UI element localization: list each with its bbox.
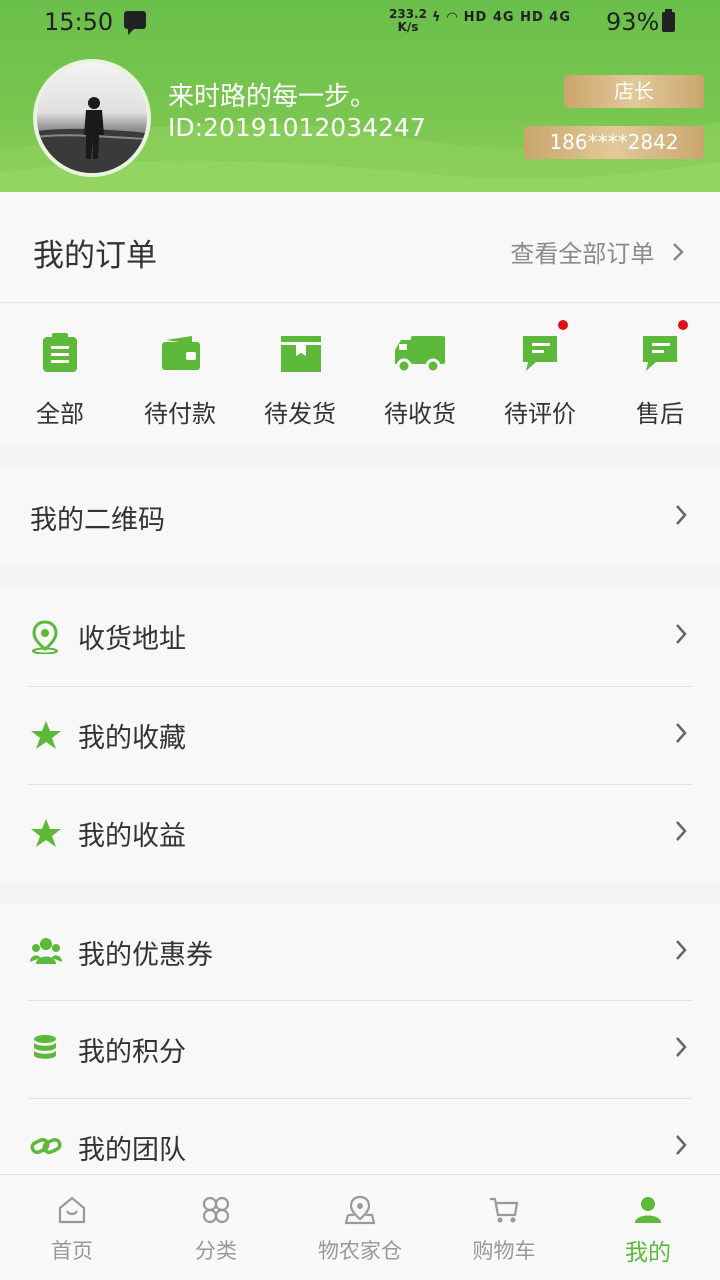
order-item-label: 待评价 [504,400,576,428]
menu-item-label: 收货地址 [78,624,186,655]
user-icon [635,1197,661,1223]
avatar-person-silhouette-icon [37,97,147,173]
tab-home[interactable]: 首页 [0,1175,144,1280]
chevron-right-icon [676,1037,687,1057]
app-root: 15:50 233.2 K/s ϟ ◠ HD 4G HD 4G 93% 来时路的… [0,0,720,1280]
menu-item-label: 我的收益 [78,821,186,852]
tab-warehouse[interactable]: 物农家仓 [288,1175,432,1280]
battery-icon [662,9,675,32]
tab-cart[interactable]: 购物车 [432,1175,576,1280]
tab-label: 物农家仓 [318,1239,402,1263]
order-item-all[interactable]: 全部 [0,304,120,444]
network-speed-unit: K/s [397,20,419,34]
coupon-users-icon [30,938,62,964]
link-icon [30,1137,62,1155]
charging-icon: ϟ [432,10,442,25]
chevron-right-icon [676,624,687,644]
map-pin-icon [345,1195,375,1225]
tab-category[interactable]: 分类 [144,1175,288,1280]
tab-label: 分类 [195,1239,237,1263]
user-name: 来时路的每一步。 [168,82,377,112]
avatar[interactable] [33,59,151,177]
coins-stack-icon [34,1035,56,1059]
star-icon [31,819,61,847]
menu-item-label: 我的收藏 [78,723,186,754]
phone-badge: 186****2842 [524,126,704,159]
service-icon [643,336,677,371]
order-item-label: 待收货 [384,400,456,428]
chevron-right-icon [673,243,684,261]
notification-dot [678,320,688,330]
account-section: 收货地址 我的收藏 我的收益 [0,587,720,882]
notification-dot [558,320,568,330]
role-badge: 店长 [564,75,704,108]
order-item-pending-review[interactable]: 待评价 [480,304,600,444]
order-status-row: 全部 待付款 待发货 待收货 待评价 售后 [0,304,720,444]
view-all-orders-link[interactable]: 查看全部订单 [510,234,684,269]
orders-title: 我的订单 [33,238,157,274]
box-icon [281,336,321,372]
menu-item-label: 我的优惠券 [78,940,213,971]
order-item-after-sales[interactable]: 售后 [600,304,720,444]
menu-item-earnings[interactable]: 我的收益 [0,784,720,882]
qrcode-section: 我的二维码 [0,468,720,566]
order-item-label: 待付款 [144,400,216,428]
status-bar: 15:50 233.2 K/s ϟ ◠ HD 4G HD 4G 93% [0,0,720,44]
chevron-right-icon [676,821,687,841]
category-grid-icon [202,1196,230,1224]
chevron-right-icon [676,723,687,743]
tab-mine[interactable]: 我的 [576,1175,720,1280]
status-icons: ϟ ◠ HD 4G HD 4G [432,10,571,25]
comment-icon [523,336,557,371]
profile-header: 15:50 233.2 K/s ϟ ◠ HD 4G HD 4G 93% 来时路的… [0,0,720,192]
network-speed: 233.2 K/s [389,8,427,34]
tab-label: 首页 [51,1239,93,1263]
message-icon [124,11,146,35]
battery-percent: 93% [606,8,660,36]
menu-item-label: 我的团队 [78,1135,186,1166]
home-icon [58,1196,86,1224]
menu-item-qrcode[interactable]: 我的二维码 [0,468,720,566]
user-id: ID:20191012034247 [168,113,426,142]
order-item-pending-receipt[interactable]: 待收货 [360,304,480,444]
benefits-section: 我的优惠券 我的积分 我的团队 [0,903,720,1174]
tab-label: 我的 [625,1240,671,1266]
orders-header: 我的订单 查看全部订单 [0,192,720,303]
wallet-icon [162,336,200,370]
truck-icon [395,336,445,374]
menu-item-address[interactable]: 收货地址 [0,587,720,685]
chevron-right-icon [676,1135,687,1155]
orders-card: 我的订单 查看全部订单 全部 待付款 待发货 待收货 待评价 售后 [0,192,720,444]
location-pin-icon [32,620,58,654]
tab-label: 购物车 [472,1239,536,1263]
menu-item-label: 我的二维码 [30,505,165,536]
menu-item-favorites[interactable]: 我的收藏 [0,686,720,784]
menu-item-label: 我的积分 [78,1037,186,1068]
order-item-pending-shipment[interactable]: 待发货 [240,304,360,444]
order-item-label: 待发货 [264,400,336,428]
chevron-right-icon [676,505,687,525]
cart-icon [490,1197,519,1223]
view-all-orders-label: 查看全部订单 [510,240,655,268]
status-time: 15:50 [44,8,114,36]
order-item-label: 全部 [36,400,84,428]
bottom-tab-bar: 首页 分类 物农家仓 购物车 我的 [0,1174,720,1280]
order-item-pending-payment[interactable]: 待付款 [120,304,240,444]
clipboard-icon [43,333,77,372]
chevron-right-icon [676,940,687,960]
wifi-icon: ◠ [447,10,459,25]
menu-item-coupons[interactable]: 我的优惠券 [0,903,720,1001]
signal-text: HD 4G HD 4G [463,10,571,25]
menu-item-points[interactable]: 我的积分 [0,1000,720,1098]
star-icon [31,721,61,749]
order-item-label: 售后 [636,400,684,428]
